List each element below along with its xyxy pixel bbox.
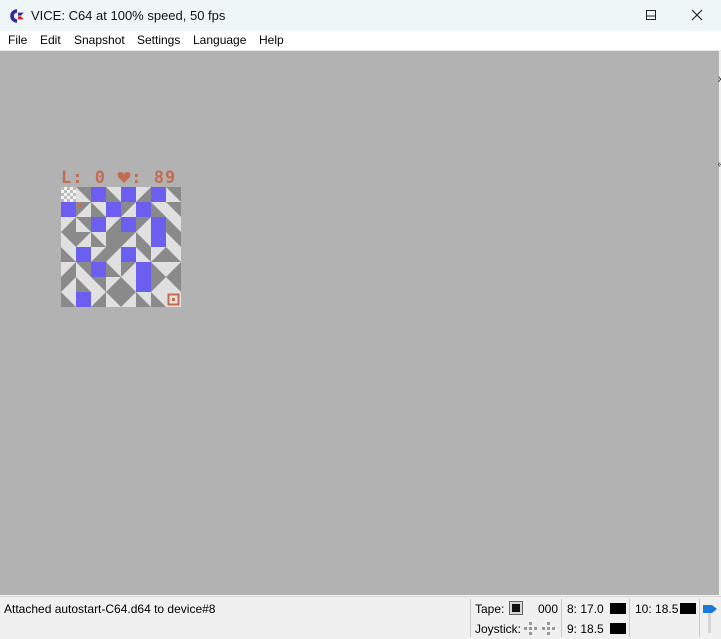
player-dot (78, 204, 81, 207)
maze-blue-tile (136, 277, 151, 292)
status-message: Attached autostart-C64.d64 to device#8 (4, 602, 216, 616)
maze-blue-tile (121, 217, 136, 232)
drive10-status: 10: 18.5 (635, 602, 679, 616)
start-checker (67, 193, 70, 196)
start-checker (67, 199, 70, 202)
lives-value: 89 (153, 168, 177, 188)
drive10-led (680, 603, 696, 614)
title-bar: VICE: C64 at 100% speed, 50 fps (0, 0, 721, 32)
maze-blue-tile (91, 262, 106, 277)
maze-blue-tile (76, 292, 91, 307)
level-value: 0 (94, 168, 106, 188)
maze-blue-tile (136, 262, 151, 277)
drive9-status: 9: 18.5 (567, 622, 604, 636)
menu-language[interactable]: Language (193, 33, 246, 47)
start-checker (61, 193, 64, 196)
tape-stop-icon[interactable] (509, 601, 523, 615)
maze-blue-tile (121, 187, 136, 202)
menu-snapshot[interactable]: Snapshot (74, 33, 125, 47)
tape-label: Tape: (475, 602, 505, 616)
volume-slider-icon[interactable] (702, 603, 718, 633)
status-bar: Attached autostart-C64.d64 to device#8 T… (0, 596, 721, 639)
edge-artifact: « (717, 159, 721, 170)
menu-help[interactable]: Help (259, 33, 284, 47)
start-checker (70, 190, 73, 193)
tape-counter: 000 (538, 602, 559, 616)
heart-icon (117, 172, 131, 183)
maze-blue-tile (91, 217, 106, 232)
maze-blue-tile (136, 202, 151, 217)
drive9-led (610, 623, 626, 634)
close-icon[interactable] (691, 9, 703, 21)
maze-blue-tile (91, 187, 106, 202)
drive8-led (610, 603, 626, 614)
maze-blue-tile (76, 247, 91, 262)
level-label: L: (61, 168, 84, 188)
drive8-status: 8: 17.0 (567, 602, 604, 616)
exit-marker-dot (172, 298, 175, 301)
maze-blue-tile (151, 232, 166, 247)
start-checker (61, 199, 64, 202)
commodore-logo-icon[interactable] (9, 8, 25, 24)
window-title: VICE: C64 at 100% speed, 50 fps (31, 8, 226, 23)
joystick-label: Joystick: (475, 622, 522, 636)
start-checker (67, 187, 70, 190)
game-hud: L: 0 : 89 (61, 169, 176, 188)
menu-edit[interactable]: Edit (40, 33, 61, 47)
maze-board (61, 187, 181, 307)
start-checker (73, 199, 76, 202)
maze-blue-tile (151, 187, 166, 202)
maze-dark-tile (106, 232, 121, 247)
maze-blue-tile (151, 217, 166, 232)
joystick-port2-icon[interactable] (542, 622, 556, 636)
maze-blue-tile (121, 247, 136, 262)
start-checker (70, 196, 73, 199)
start-checker (73, 193, 76, 196)
maximize-icon[interactable] (645, 9, 657, 21)
emulator-screen[interactable]: x « L: 0 : 89 (0, 51, 721, 595)
menu-file[interactable]: File (8, 33, 27, 47)
start-checker (73, 187, 76, 190)
start-checker (64, 196, 67, 199)
menu-bar: File Edit Snapshot Settings Language Hel… (0, 31, 721, 51)
start-checker (64, 190, 67, 193)
maze-blue-tile (61, 202, 76, 217)
start-checker (61, 187, 64, 190)
lives-separator: : (131, 168, 143, 188)
joystick-port1-icon[interactable] (524, 622, 538, 636)
maze-blue-tile (106, 202, 121, 217)
menu-settings[interactable]: Settings (137, 33, 180, 47)
